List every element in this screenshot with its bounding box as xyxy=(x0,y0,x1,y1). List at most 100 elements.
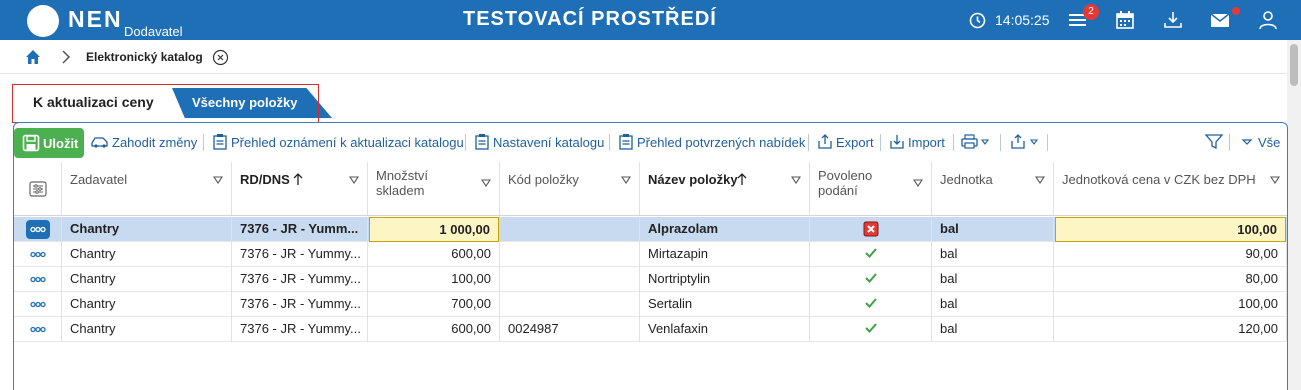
cell-rddns: 7376 - JR - Yummy... xyxy=(232,292,368,317)
column-header-rddns[interactable]: RD/DNS xyxy=(232,162,368,216)
cell-mnozstvi[interactable]: 600,00 xyxy=(368,317,500,342)
breadcrumb-current: Elektronický katalog xyxy=(86,50,203,64)
cell-cena[interactable]: 80,00 xyxy=(1054,267,1287,292)
cell-cena[interactable]: 120,00 xyxy=(1054,317,1287,342)
column-header-nazev[interactable]: Název položky xyxy=(640,162,810,216)
cell-rddns: 7376 - JR - Yummy... xyxy=(232,317,368,342)
page-scrollbar[interactable] xyxy=(1287,40,1301,390)
cell-mnozstvi-input[interactable]: 1 000,00 xyxy=(369,217,499,242)
floppy-icon xyxy=(22,134,40,152)
column-header-jednotka[interactable]: Jednotka xyxy=(932,162,1054,216)
column-header-kod[interactable]: Kód položky xyxy=(500,162,640,216)
cell-nazev: Sertalin xyxy=(640,292,810,317)
row-actions-cell xyxy=(14,317,62,342)
column-settings-header[interactable] xyxy=(14,162,62,216)
table-row[interactable]: Chantry 7376 - JR - Yummy... 600,00 Mirt… xyxy=(14,242,1287,267)
scrollbar-thumb[interactable] xyxy=(1290,44,1298,86)
table-row[interactable]: Chantry 7376 - JR - Yummy... 700,00 Sert… xyxy=(14,292,1287,317)
table-row[interactable]: Chantry 7376 - JR - Yummy... 600,00 0024… xyxy=(14,317,1287,342)
import-button[interactable]: Import xyxy=(908,135,945,150)
column-label: Jednotka xyxy=(940,172,993,187)
cell-zadavatel: Chantry xyxy=(62,217,232,242)
column-menu-icon[interactable] xyxy=(213,176,223,184)
notices-overview-button[interactable]: Přehled oznámení k aktualizaci katalogu xyxy=(231,135,464,150)
sliders-icon xyxy=(29,181,47,197)
row-actions-cell xyxy=(14,292,62,317)
more-options-icon[interactable] xyxy=(26,295,50,314)
column-header-povoleno[interactable]: Povoleno podání xyxy=(810,162,932,216)
cell-zadavatel: Chantry xyxy=(62,267,232,292)
cell-kod: 0024987 xyxy=(500,317,640,342)
session-time: 14:05:25 xyxy=(995,12,1050,28)
clipboard-icon xyxy=(475,134,489,150)
cell-rddns: 7376 - JR - Yumm... xyxy=(232,217,368,242)
column-menu-icon[interactable] xyxy=(481,179,491,187)
cell-jednotka: bal xyxy=(932,292,1054,317)
view-all-selector[interactable]: Vše xyxy=(1258,135,1280,150)
column-label: Zadavatel xyxy=(70,172,128,187)
table-row[interactable]: Chantry 7376 - JR - Yummy... 100,00 Nort… xyxy=(14,267,1287,292)
cell-jednotka: bal xyxy=(932,317,1054,342)
environment-title: TESTOVACÍ PROSTŘEDÍ xyxy=(463,8,717,30)
tabs-highlight xyxy=(12,84,319,123)
more-options-icon[interactable] xyxy=(26,245,50,264)
column-label: RD/DNS xyxy=(240,172,290,187)
share-icon[interactable] xyxy=(1010,133,1040,150)
column-menu-icon[interactable] xyxy=(349,176,359,184)
cell-povoleno xyxy=(810,217,932,242)
close-icon[interactable] xyxy=(212,49,229,66)
cell-mnozstvi[interactable]: 100,00 xyxy=(368,267,500,292)
print-icon[interactable] xyxy=(961,133,991,150)
column-menu-icon[interactable] xyxy=(913,179,923,187)
cell-cena-input[interactable]: 100,00 xyxy=(1055,217,1286,242)
cell-kod xyxy=(500,292,640,317)
column-header-zadavatel[interactable]: Zadavatel xyxy=(62,162,232,216)
check-icon xyxy=(865,273,877,283)
save-button[interactable]: Uložit xyxy=(14,128,84,158)
cell-cena[interactable]: 90,00 xyxy=(1054,242,1287,267)
column-label-line1: Povoleno xyxy=(818,168,873,183)
column-label: Jednotková cena v CZK bez DPH xyxy=(1062,172,1256,187)
column-header-cena[interactable]: Jednotková cena v CZK bez DPH xyxy=(1054,162,1287,216)
table-row[interactable]: Chantry 7376 - JR - Yumm... 1 000,00 Alp… xyxy=(14,217,1287,242)
more-options-icon[interactable] xyxy=(26,220,50,239)
calendar-icon[interactable] xyxy=(1113,8,1137,32)
check-icon xyxy=(865,248,877,258)
column-header-mnozstvi[interactable]: Množství skladem xyxy=(368,162,500,216)
export-button[interactable]: Export xyxy=(836,135,874,150)
mail-icon[interactable] xyxy=(1208,8,1232,32)
toolbar-divider xyxy=(880,134,881,151)
toolbar-divider xyxy=(808,134,809,151)
column-label-line1: Množství xyxy=(376,168,429,183)
check-icon xyxy=(865,323,877,333)
save-label: Uložit xyxy=(43,136,79,151)
filter-icon[interactable] xyxy=(1205,133,1223,150)
download-icon[interactable] xyxy=(1161,8,1185,32)
cell-mnozstvi[interactable]: 700,00 xyxy=(368,292,500,317)
more-options-icon[interactable] xyxy=(26,270,50,289)
column-menu-icon[interactable] xyxy=(1270,176,1280,184)
brand-name[interactable]: NEN xyxy=(68,6,123,33)
cell-nazev: Nortriptylin xyxy=(640,267,810,292)
cell-cena[interactable]: 100,00 xyxy=(1054,292,1287,317)
home-icon[interactable] xyxy=(24,48,42,66)
column-menu-icon[interactable] xyxy=(1035,176,1045,184)
cell-povoleno xyxy=(810,292,932,317)
column-label-line2: skladem xyxy=(376,183,425,198)
cell-mnozstvi[interactable]: 600,00 xyxy=(368,242,500,267)
column-menu-icon[interactable] xyxy=(621,176,631,184)
export-icon xyxy=(818,134,832,149)
confirmed-offers-button[interactable]: Přehled potvrzených nabídek xyxy=(637,135,805,150)
catalog-settings-button[interactable]: Nastavení katalogu xyxy=(493,135,604,150)
sort-asc-icon xyxy=(737,173,747,185)
cell-nazev: Alprazolam xyxy=(640,217,810,242)
more-options-icon[interactable] xyxy=(26,320,50,339)
cell-nazev: Mirtazapin xyxy=(640,242,810,267)
discard-changes-button[interactable]: Zahodit změny xyxy=(112,135,197,150)
column-menu-icon[interactable] xyxy=(791,176,801,184)
nen-logo-icon[interactable] xyxy=(26,4,60,38)
user-icon[interactable] xyxy=(1256,8,1280,32)
cell-zadavatel: Chantry xyxy=(62,292,232,317)
cell-jednotka: bal xyxy=(932,217,1054,242)
clipboard-icon xyxy=(619,134,633,150)
